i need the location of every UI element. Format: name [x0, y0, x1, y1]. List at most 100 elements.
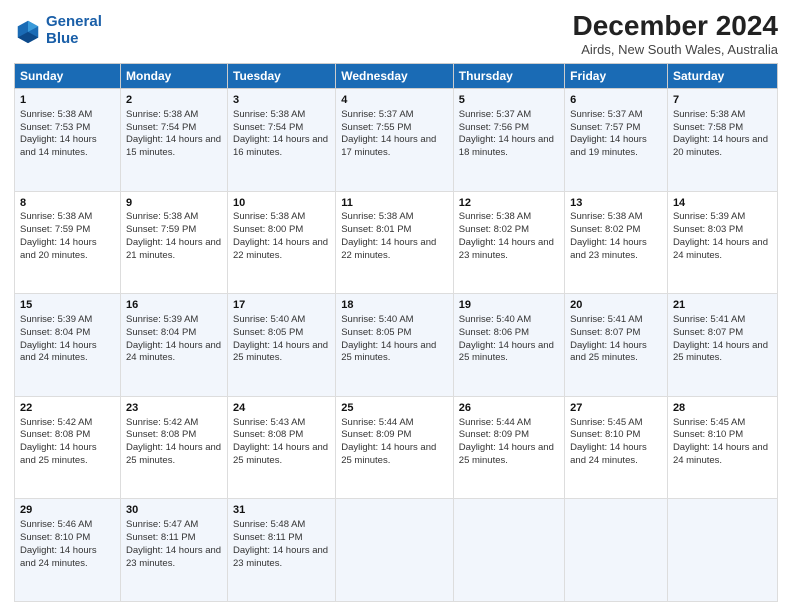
sunset: Sunset: 8:05 PM: [233, 327, 303, 338]
sunset: Sunset: 8:00 PM: [233, 224, 303, 235]
sunset: Sunset: 8:03 PM: [673, 224, 743, 235]
daylight: Daylight: 14 hours and 24 minutes.: [20, 340, 97, 364]
sunset: Sunset: 8:06 PM: [459, 327, 529, 338]
title-block: December 2024 Airds, New South Wales, Au…: [573, 10, 778, 57]
week-row-4: 22Sunrise: 5:42 AMSunset: 8:08 PMDayligh…: [15, 396, 778, 499]
week-row-5: 29Sunrise: 5:46 AMSunset: 8:10 PMDayligh…: [15, 499, 778, 602]
day-number: 27: [570, 401, 662, 416]
day-number: 10: [233, 196, 330, 211]
day-number: 8: [20, 196, 115, 211]
calendar-cell: 7Sunrise: 5:38 AMSunset: 7:58 PMDaylight…: [667, 89, 777, 192]
week-row-2: 8 Sunrise: 5:38 AM Sunset: 7:59 PM Daylight…: [15, 191, 778, 294]
calendar-table: SundayMondayTuesdayWednesdayThursdayFrid…: [14, 63, 778, 602]
sunrise: Sunrise: 5:44 AM: [459, 417, 531, 428]
sunrise: Sunrise: 5:43 AM: [233, 417, 305, 428]
daylight: Daylight: 14 hours and 15 minutes.: [126, 134, 221, 158]
day-number: 17: [233, 298, 330, 313]
calendar-cell: 21Sunrise: 5:41 AMSunset: 8:07 PMDayligh…: [667, 294, 777, 397]
daylight: Daylight: 14 hours and 25 minutes.: [233, 442, 328, 466]
sunset: Sunset: 8:10 PM: [20, 532, 90, 543]
calendar-cell: [336, 499, 454, 602]
day-number: 19: [459, 298, 559, 313]
day-number: 21: [673, 298, 772, 313]
logo-text: General Blue: [46, 14, 102, 47]
daylight: Daylight: 14 hours and 18 minutes.: [459, 134, 554, 158]
calendar-cell: 22Sunrise: 5:42 AMSunset: 8:08 PMDayligh…: [15, 396, 121, 499]
day-number: 11: [341, 196, 448, 211]
sunset: Sunset: 8:04 PM: [20, 327, 90, 338]
daylight: Daylight: 14 hours and 25 minutes.: [20, 442, 97, 466]
daylight: Daylight: 14 hours and 20 minutes.: [673, 134, 768, 158]
daylight: Daylight: 14 hours and 25 minutes.: [341, 340, 436, 364]
page: General Blue December 2024 Airds, New So…: [0, 0, 792, 612]
daylight: Daylight: 14 hours and 19 minutes.: [570, 134, 647, 158]
calendar-cell: [565, 499, 668, 602]
week-row-3: 15Sunrise: 5:39 AMSunset: 8:04 PMDayligh…: [15, 294, 778, 397]
day-number: 31: [233, 503, 330, 518]
calendar-cell: 11Sunrise: 5:38 AMSunset: 8:01 PMDayligh…: [336, 191, 454, 294]
sunrise: Sunrise: 5:47 AM: [126, 519, 198, 530]
day-number: 24: [233, 401, 330, 416]
header-row: SundayMondayTuesdayWednesdayThursdayFrid…: [15, 64, 778, 89]
calendar-cell: 3Sunrise: 5:38 AMSunset: 7:54 PMDaylight…: [228, 89, 336, 192]
daylight: Daylight: 14 hours and 25 minutes.: [570, 340, 647, 364]
day-number: 1: [20, 93, 115, 108]
day-number: 28: [673, 401, 772, 416]
sunrise: Sunrise: 5:40 AM: [459, 314, 531, 325]
day-number: 30: [126, 503, 222, 518]
sunrise: Sunrise: 5:45 AM: [673, 417, 745, 428]
sunset: Sunset: 8:08 PM: [233, 429, 303, 440]
calendar-cell: 9Sunrise: 5:38 AMSunset: 7:59 PMDaylight…: [121, 191, 228, 294]
sunset: Sunset: 8:10 PM: [673, 429, 743, 440]
sunrise: Sunrise: 5:38 AM: [673, 109, 745, 120]
sunset: Sunset: 7:54 PM: [126, 122, 196, 133]
daylight: Daylight: 14 hours and 25 minutes.: [673, 340, 768, 364]
sunset: Sunset: 8:09 PM: [459, 429, 529, 440]
calendar-cell: 2Sunrise: 5:38 AMSunset: 7:54 PMDaylight…: [121, 89, 228, 192]
day-number: 26: [459, 401, 559, 416]
sunrise: Sunrise: 5:38 AM: [570, 211, 642, 222]
logo: General Blue: [14, 14, 102, 47]
sunrise: Sunrise: 5:41 AM: [570, 314, 642, 325]
sunrise: Sunrise: 5:39 AM: [673, 211, 745, 222]
sunrise: Sunrise: 5:42 AM: [126, 417, 198, 428]
calendar-cell: 31Sunrise: 5:48 AMSunset: 8:11 PMDayligh…: [228, 499, 336, 602]
sunrise: Sunrise: 5:38 AM: [459, 211, 531, 222]
daylight: Daylight: 14 hours and 24 minutes.: [570, 442, 647, 466]
sunset: Sunset: 8:02 PM: [459, 224, 529, 235]
sunrise: Sunrise: 5:38 AM: [126, 211, 198, 222]
calendar-cell: 30Sunrise: 5:47 AMSunset: 8:11 PMDayligh…: [121, 499, 228, 602]
sunset: Sunset: 7:59 PM: [126, 224, 196, 235]
sunset: Sunset: 8:08 PM: [126, 429, 196, 440]
sunset: Sunset: 7:53 PM: [20, 122, 90, 133]
daylight: Daylight: 14 hours and 24 minutes.: [673, 237, 768, 261]
sunrise: Sunrise: 5:37 AM: [459, 109, 531, 120]
calendar-cell: 25Sunrise: 5:44 AMSunset: 8:09 PMDayligh…: [336, 396, 454, 499]
day-number: 12: [459, 196, 559, 211]
calendar-cell: 20Sunrise: 5:41 AMSunset: 8:07 PMDayligh…: [565, 294, 668, 397]
header-day-friday: Friday: [565, 64, 668, 89]
header-day-tuesday: Tuesday: [228, 64, 336, 89]
sunset: Sunset: 8:11 PM: [126, 532, 196, 543]
daylight: Daylight: 14 hours and 25 minutes.: [341, 442, 436, 466]
day-number: 29: [20, 503, 115, 518]
sunrise: Sunrise: 5:42 AM: [20, 417, 92, 428]
daylight: Daylight: 14 hours and 25 minutes.: [233, 340, 328, 364]
day-number: 25: [341, 401, 448, 416]
daylight: Daylight: 14 hours and 23 minutes.: [570, 237, 647, 261]
calendar-cell: 28Sunrise: 5:45 AMSunset: 8:10 PMDayligh…: [667, 396, 777, 499]
day-number: 3: [233, 93, 330, 108]
sunrise: Sunrise: 5:45 AM: [570, 417, 642, 428]
day-number: 23: [126, 401, 222, 416]
sunrise: Sunrise: 5:41 AM: [673, 314, 745, 325]
day-number: 9: [126, 196, 222, 211]
sunset: Sunset: 8:01 PM: [341, 224, 411, 235]
daylight: Daylight: 14 hours and 25 minutes.: [459, 340, 554, 364]
page-subtitle: Airds, New South Wales, Australia: [573, 42, 778, 57]
day-number: 5: [459, 93, 559, 108]
calendar-cell: 4Sunrise: 5:37 AMSunset: 7:55 PMDaylight…: [336, 89, 454, 192]
daylight: Daylight: 14 hours and 14 minutes.: [20, 134, 97, 158]
calendar-cell: 1Sunrise: 5:38 AMSunset: 7:53 PMDaylight…: [15, 89, 121, 192]
header-day-saturday: Saturday: [667, 64, 777, 89]
sunrise: Sunrise: 5:39 AM: [20, 314, 92, 325]
